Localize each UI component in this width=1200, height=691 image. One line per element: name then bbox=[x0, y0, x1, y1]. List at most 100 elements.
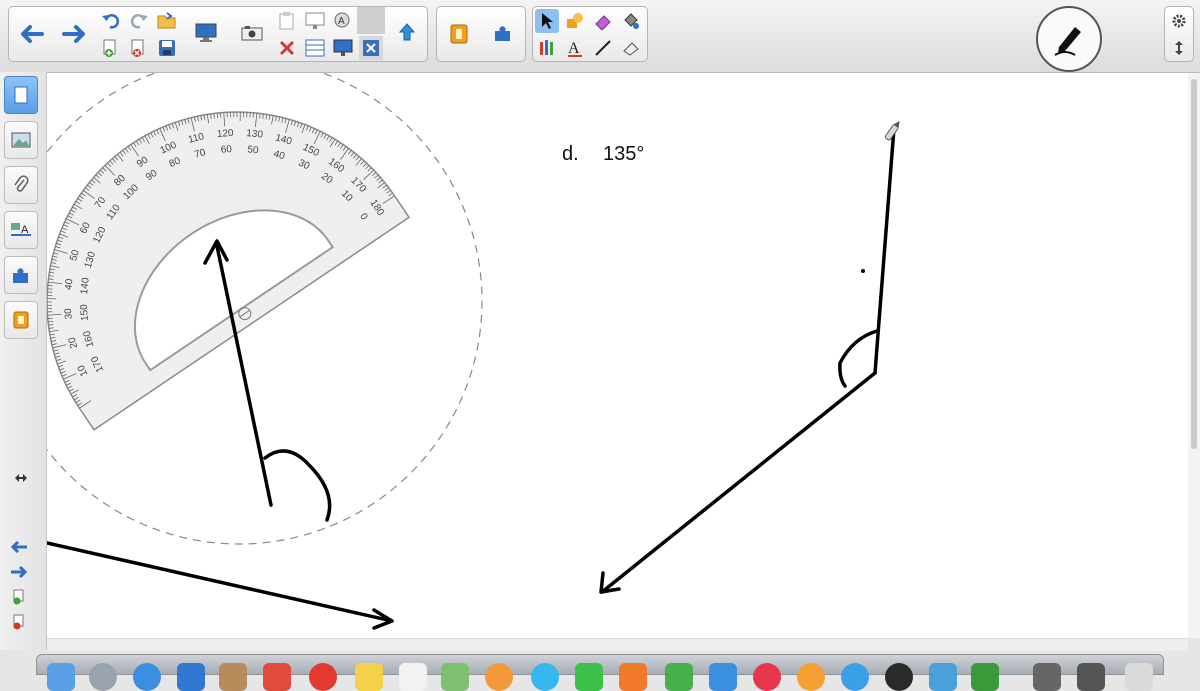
finder-icon[interactable] bbox=[47, 663, 75, 691]
horizontal-scrollbar[interactable] bbox=[47, 638, 1188, 651]
monitor-icon bbox=[195, 23, 217, 42]
eraser-tool-button[interactable] bbox=[591, 9, 615, 33]
gear-icon bbox=[1172, 14, 1186, 28]
delete-icon bbox=[279, 40, 295, 56]
close-full-screen-button[interactable] bbox=[359, 36, 383, 60]
pens-tool-button[interactable] bbox=[535, 36, 559, 60]
files-icon[interactable] bbox=[399, 663, 427, 691]
launchpad-icon[interactable] bbox=[89, 663, 117, 691]
camera-button[interactable] bbox=[237, 21, 267, 45]
save-button[interactable] bbox=[155, 36, 179, 60]
system-preferences-icon[interactable] bbox=[841, 663, 869, 691]
open-file-button[interactable] bbox=[155, 9, 179, 33]
document-camera-button[interactable] bbox=[439, 7, 479, 61]
full-screen-button[interactable] bbox=[331, 36, 355, 60]
properties-tab[interactable]: A bbox=[4, 211, 38, 249]
vertical-scrollbar[interactable] bbox=[1188, 73, 1200, 638]
paperclip-icon bbox=[14, 175, 29, 192]
calendar-icon[interactable] bbox=[263, 663, 291, 691]
shapes-tool-button[interactable] bbox=[563, 9, 587, 33]
mail-icon[interactable] bbox=[177, 663, 205, 691]
add-page-icon bbox=[13, 589, 24, 605]
ink-dot bbox=[861, 269, 865, 273]
magic-eraser-tool-button[interactable] bbox=[619, 36, 643, 60]
appstore-icon[interactable] bbox=[665, 663, 693, 691]
camera-icon bbox=[241, 26, 263, 41]
pen-icon bbox=[1054, 27, 1081, 56]
delete-button[interactable] bbox=[275, 36, 299, 60]
sheets-icon[interactable] bbox=[971, 663, 999, 691]
paste-button[interactable] bbox=[275, 9, 299, 33]
undo-button[interactable] bbox=[99, 9, 123, 33]
contacts-icon[interactable] bbox=[219, 663, 247, 691]
delete-page-button[interactable] bbox=[127, 36, 151, 60]
protractor[interactable]: 102030405060708090100110 120 130 1401501601… bbox=[47, 73, 411, 431]
line-tool-button[interactable] bbox=[591, 36, 615, 60]
lesson-activity-tab[interactable] bbox=[4, 301, 38, 339]
reminders-icon[interactable] bbox=[309, 663, 337, 691]
messages-icon[interactable] bbox=[531, 663, 559, 691]
settings-button[interactable] bbox=[1167, 9, 1191, 33]
notes-icon[interactable] bbox=[355, 663, 383, 691]
preview-icon[interactable] bbox=[709, 663, 737, 691]
fill-bucket-icon bbox=[624, 13, 639, 29]
attachments-tab[interactable] bbox=[4, 166, 38, 204]
horizontal-arrows-icon bbox=[15, 474, 27, 482]
maps-icon[interactable] bbox=[441, 663, 469, 691]
documents-stack-icon[interactable] bbox=[1077, 663, 1105, 691]
books-icon[interactable] bbox=[619, 663, 647, 691]
panel-expand-button[interactable] bbox=[9, 466, 33, 490]
music-icon[interactable] bbox=[753, 663, 781, 691]
protractor-outer-label: 130 bbox=[246, 128, 264, 141]
facetime-icon[interactable] bbox=[575, 663, 603, 691]
smart-notebook-icon[interactable] bbox=[929, 663, 957, 691]
gallery-tab[interactable] bbox=[4, 121, 38, 159]
add-page-icon bbox=[103, 39, 116, 57]
protractor-outer-label: 30 bbox=[63, 307, 75, 319]
table-icon bbox=[305, 39, 325, 57]
previous-page-button[interactable] bbox=[11, 7, 51, 61]
delete-page-icon bbox=[13, 614, 24, 630]
photos-icon[interactable] bbox=[485, 663, 513, 691]
text-tool-button[interactable]: A bbox=[563, 36, 587, 60]
toolbar-group-addons bbox=[436, 6, 526, 62]
protractor-inner-label: 50 bbox=[247, 144, 260, 156]
paste-icon bbox=[279, 12, 294, 30]
ibooks-icon[interactable] bbox=[797, 663, 825, 691]
upload-button[interactable] bbox=[393, 21, 421, 45]
forward-arrow-icon bbox=[62, 25, 85, 43]
downloads-stack-icon[interactable] bbox=[1033, 663, 1061, 691]
select-tool-button[interactable] bbox=[535, 9, 559, 33]
fill-tool-button[interactable] bbox=[619, 9, 643, 33]
side-delete-page-button[interactable] bbox=[7, 610, 31, 634]
activity-monitor-icon[interactable] bbox=[885, 663, 913, 691]
safari-icon[interactable] bbox=[133, 663, 161, 691]
text-icon: A bbox=[568, 40, 582, 57]
side-next-page-button[interactable] bbox=[7, 560, 31, 584]
trash-icon[interactable] bbox=[1125, 663, 1153, 691]
add-ons-tab[interactable] bbox=[4, 256, 38, 294]
side-previous-page-button[interactable] bbox=[7, 535, 31, 559]
page-sorter-tab[interactable] bbox=[4, 76, 38, 114]
save-icon bbox=[159, 40, 175, 56]
side-add-page-button[interactable] bbox=[7, 585, 31, 609]
add-page-button[interactable] bbox=[99, 36, 123, 60]
toolbar-position-button[interactable] bbox=[1167, 36, 1191, 60]
screen-shade-button[interactable] bbox=[303, 9, 327, 33]
vertical-scroll-thumb[interactable] bbox=[1191, 79, 1197, 449]
add-on-button[interactable] bbox=[483, 7, 523, 61]
redo-button[interactable] bbox=[127, 9, 151, 33]
drawing-layer: 102030405060708090100110 120 130 1401501601… bbox=[47, 73, 900, 630]
screen-display-button[interactable] bbox=[191, 21, 221, 45]
back-arrow-icon bbox=[21, 25, 44, 43]
capture-button[interactable]: A bbox=[331, 9, 355, 33]
right-angle-ray-up bbox=[873, 126, 896, 375]
forward-arrow-icon bbox=[11, 566, 28, 578]
back-arrow-icon bbox=[10, 541, 27, 553]
whiteboard-canvas[interactable]: d. 135° 10 20 30 40 50 60 70 80 90 100 110 120 130 14… bbox=[47, 73, 1188, 638]
pens-icon bbox=[540, 40, 553, 55]
pen-mode-button[interactable] bbox=[1036, 6, 1102, 72]
table-button[interactable] bbox=[303, 36, 327, 60]
protractor-outer-label: 40 bbox=[63, 278, 75, 291]
next-page-button[interactable] bbox=[55, 7, 95, 61]
